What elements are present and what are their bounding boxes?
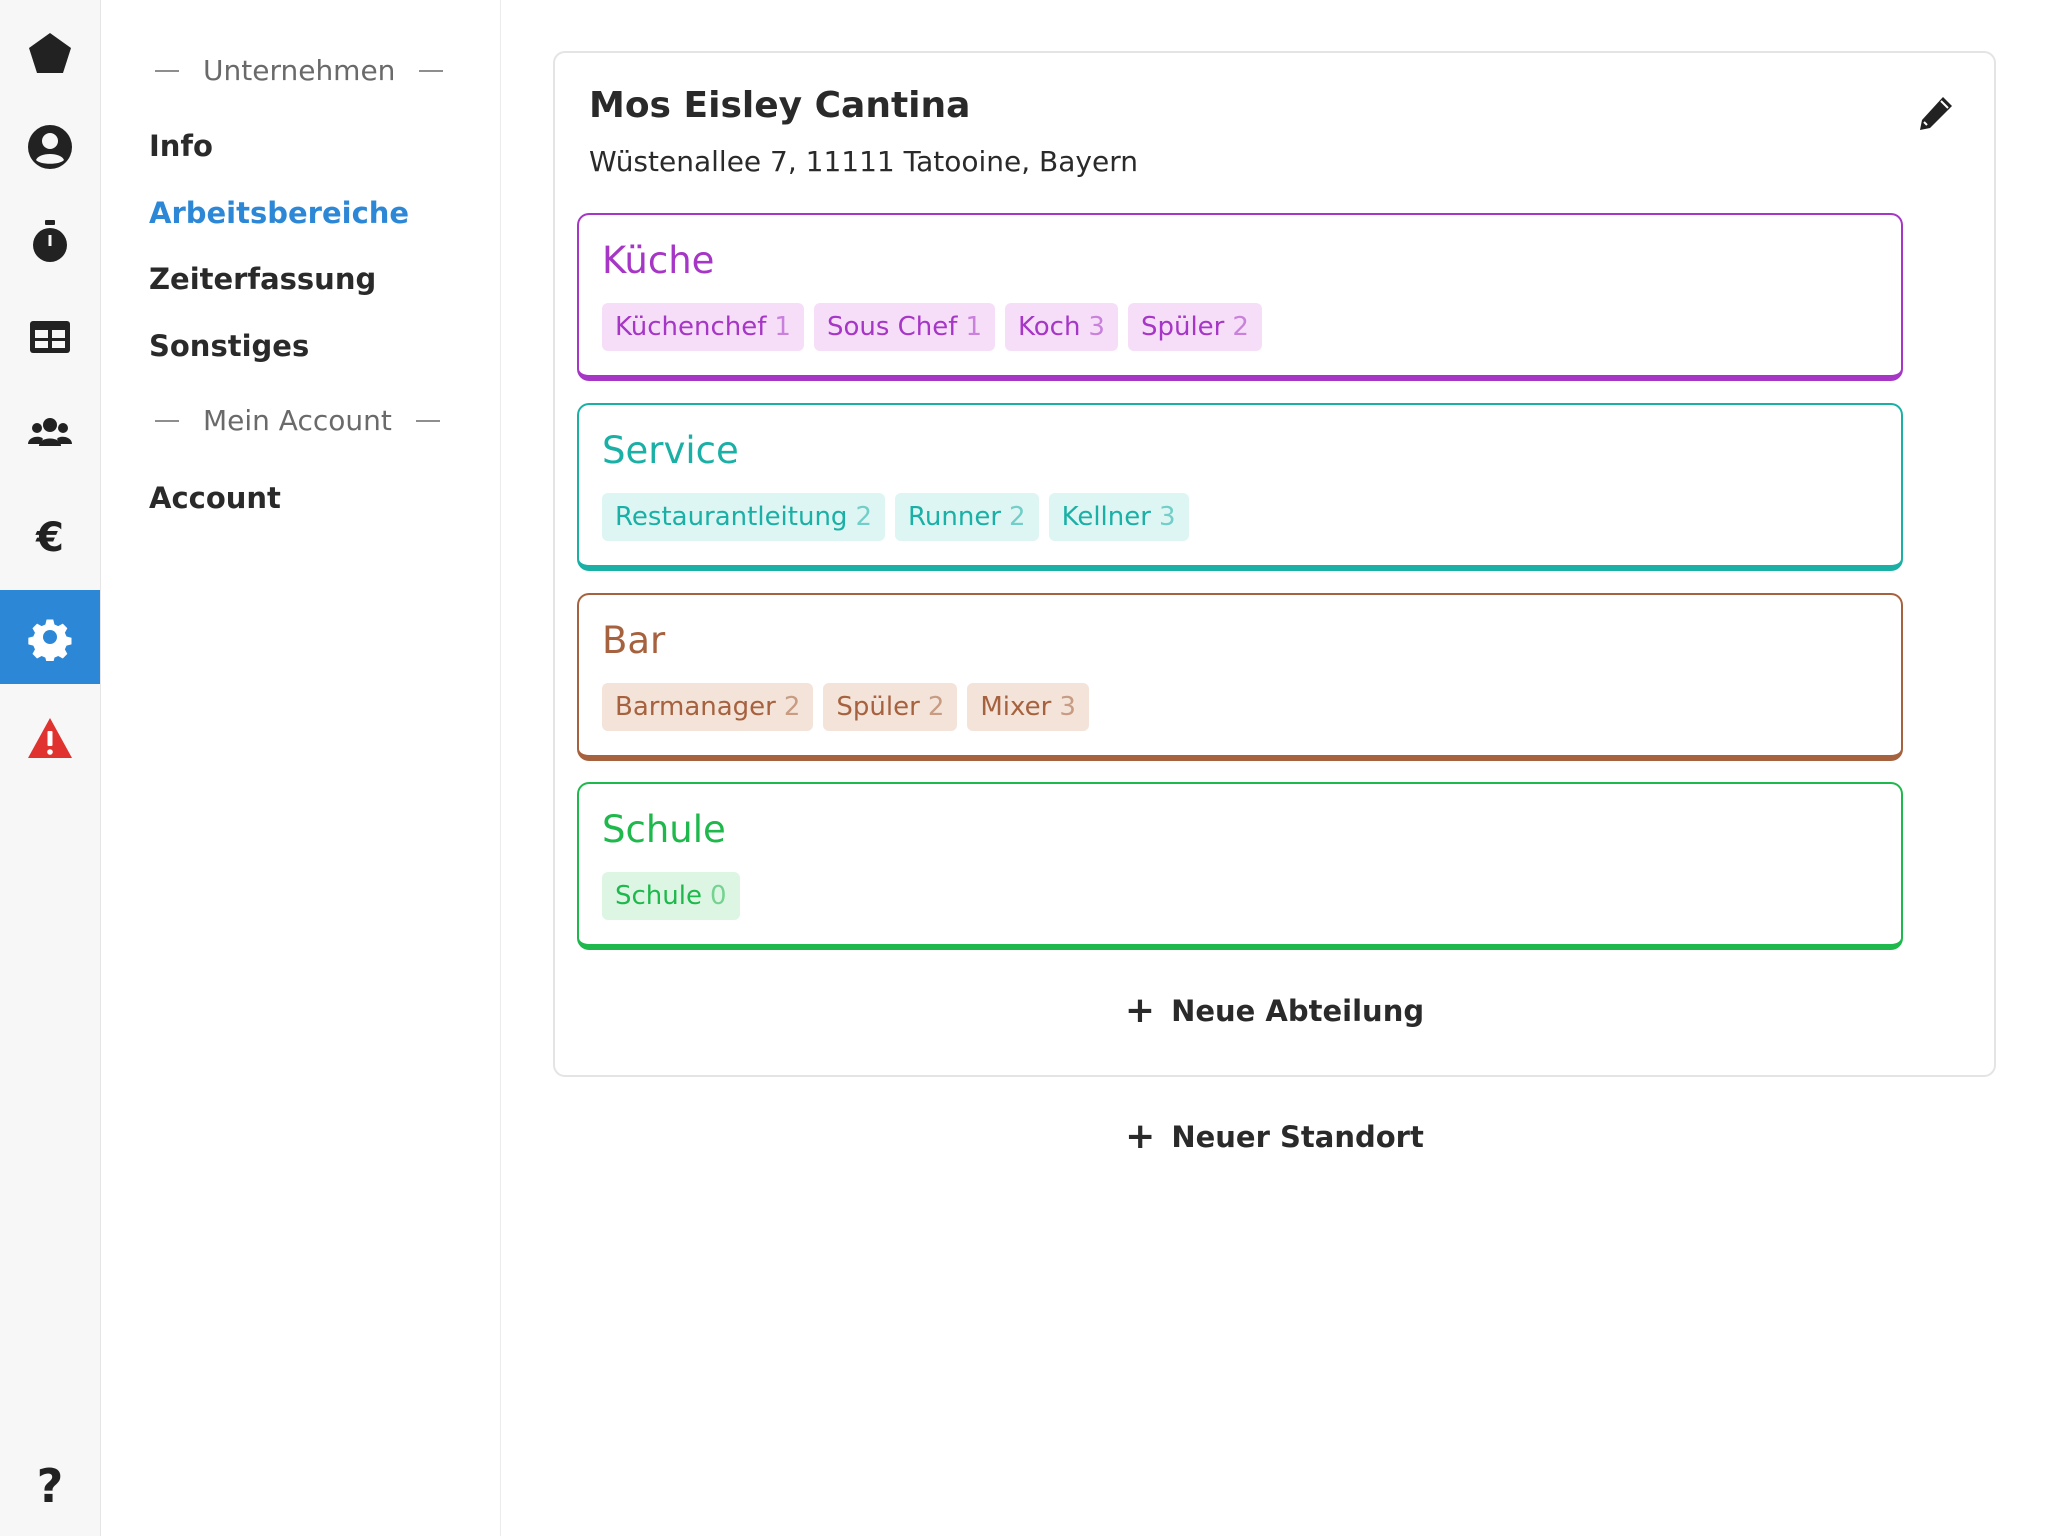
new-department-button[interactable]: + Neue Abteilung xyxy=(555,993,1994,1029)
rail-item-timetracking[interactable] xyxy=(0,195,100,289)
subnav-item-workareas[interactable]: Arbeitsbereiche xyxy=(149,196,409,230)
position-label: Mixer xyxy=(980,692,1052,722)
position-tags: Restaurantleitung 2 Runner 2 Kellner 3 xyxy=(602,493,1189,541)
position-tag[interactable]: Küchenchef 1 xyxy=(602,303,804,351)
rail-item-profile[interactable] xyxy=(0,100,100,194)
edit-location-button[interactable] xyxy=(1916,93,1956,133)
department-name: Bar xyxy=(602,619,666,662)
position-count: 2 xyxy=(1232,312,1249,342)
position-count: 3 xyxy=(1088,312,1105,342)
department-name: Schule xyxy=(602,808,726,851)
subnav-item-account[interactable]: Account xyxy=(149,481,281,515)
section-label: Mein Account xyxy=(203,404,392,437)
subnav-item-timetracking[interactable]: Zeiterfassung xyxy=(149,262,376,296)
rail-item-home[interactable] xyxy=(0,6,100,100)
department-card[interactable]: Bar Barmanager 2 Spüler 2 Mixer 3 xyxy=(577,593,1903,761)
divider xyxy=(155,419,179,422)
department-card[interactable]: Schule Schule 0 xyxy=(577,782,1903,950)
pencil-icon xyxy=(1920,97,1952,130)
settings-subnav: Unternehmen Info Arbeitsbereiche Zeiterf… xyxy=(101,0,501,1536)
position-label: Schule xyxy=(615,881,702,911)
pentagon-icon xyxy=(29,33,71,73)
location-name: Mos Eisley Cantina xyxy=(589,85,971,126)
divider xyxy=(415,419,440,422)
position-count: 2 xyxy=(1009,502,1026,532)
rail-item-help[interactable]: ? xyxy=(0,1437,100,1531)
position-tags: Küchenchef 1 Sous Chef 1 Koch 3 Spüler 2 xyxy=(602,303,1262,351)
rail-item-team[interactable] xyxy=(0,385,100,479)
new-location-label: Neuer Standort xyxy=(1171,1120,1424,1154)
euro-icon: € xyxy=(35,515,64,561)
subnav-item-misc[interactable]: Sonstiges xyxy=(149,329,309,363)
svg-text:€: € xyxy=(35,515,64,561)
divider xyxy=(155,69,179,72)
position-label: Barmanager xyxy=(615,692,776,722)
position-tag[interactable]: Restaurantleitung 2 xyxy=(602,493,885,541)
position-tags: Barmanager 2 Spüler 2 Mixer 3 xyxy=(602,683,1089,731)
position-tag[interactable]: Spüler 2 xyxy=(823,683,958,731)
icon-rail: € ? xyxy=(0,0,101,1536)
position-tag[interactable]: Koch 3 xyxy=(1004,303,1118,351)
users-icon xyxy=(28,418,72,446)
position-label: Kellner xyxy=(1061,502,1151,532)
new-department-label: Neue Abteilung xyxy=(1171,994,1425,1028)
section-header-company: Unternehmen xyxy=(155,54,455,87)
position-label: Restaurantleitung xyxy=(615,502,848,532)
section-label: Unternehmen xyxy=(203,54,396,87)
position-count: 1 xyxy=(965,312,982,342)
position-count: 1 xyxy=(774,312,791,342)
position-tags: Schule 0 xyxy=(602,872,740,920)
department-card[interactable]: Küche Küchenchef 1 Sous Chef 1 Koch 3 Spüle… xyxy=(577,213,1903,381)
position-count: 0 xyxy=(709,881,727,911)
position-count: 3 xyxy=(1158,502,1176,532)
rail-item-schedule[interactable] xyxy=(0,290,100,384)
divider xyxy=(419,69,444,72)
position-count: 2 xyxy=(927,692,945,722)
position-label: Küchenchef xyxy=(615,312,767,342)
stopwatch-icon xyxy=(33,220,67,262)
position-label: Spüler xyxy=(836,692,920,722)
position-label: Koch xyxy=(1017,312,1081,342)
position-count: 2 xyxy=(783,692,801,722)
position-tag[interactable]: Runner 2 xyxy=(895,493,1039,541)
position-tag[interactable]: Mixer 3 xyxy=(967,683,1089,731)
location-card: Mos Eisley Cantina Wüstenallee 7, 11111 … xyxy=(553,51,1996,1077)
rail-item-settings[interactable] xyxy=(0,590,100,684)
new-location-button[interactable]: + Neuer Standort xyxy=(553,1119,1996,1155)
position-tag[interactable]: Barmanager 2 xyxy=(602,683,814,731)
user-icon xyxy=(28,125,72,169)
gear-icon xyxy=(28,619,72,661)
position-tag[interactable]: Spüler 2 xyxy=(1127,303,1262,351)
position-label: Spüler xyxy=(1140,312,1225,342)
question-icon: ? xyxy=(37,1460,64,1508)
department-name: Küche xyxy=(602,239,715,282)
svg-text:?: ? xyxy=(37,1460,64,1508)
position-label: Runner xyxy=(908,502,1002,532)
plus-icon: + xyxy=(1124,990,1156,1031)
position-label: Sous Chef xyxy=(826,312,958,342)
position-tag[interactable]: Kellner 3 xyxy=(1048,493,1189,541)
section-header-account: Mein Account xyxy=(155,404,455,437)
position-count: 3 xyxy=(1059,692,1076,722)
warning-icon xyxy=(28,718,72,758)
position-count: 2 xyxy=(855,502,872,532)
department-name: Service xyxy=(602,429,739,472)
position-tag[interactable]: Sous Chef 1 xyxy=(813,303,995,351)
rail-item-payroll[interactable]: € xyxy=(0,490,100,584)
plus-icon: + xyxy=(1125,1116,1156,1157)
position-tag[interactable]: Schule 0 xyxy=(602,872,740,920)
department-card[interactable]: Service Restaurantleitung 2 Runner 2 Kelln… xyxy=(577,403,1903,571)
table-icon xyxy=(30,321,70,353)
rail-item-alerts[interactable] xyxy=(0,692,100,786)
subnav-item-info[interactable]: Info xyxy=(149,129,213,163)
location-address: Wüstenallee 7, 11111 Tatooine, Bayern xyxy=(589,145,1138,178)
